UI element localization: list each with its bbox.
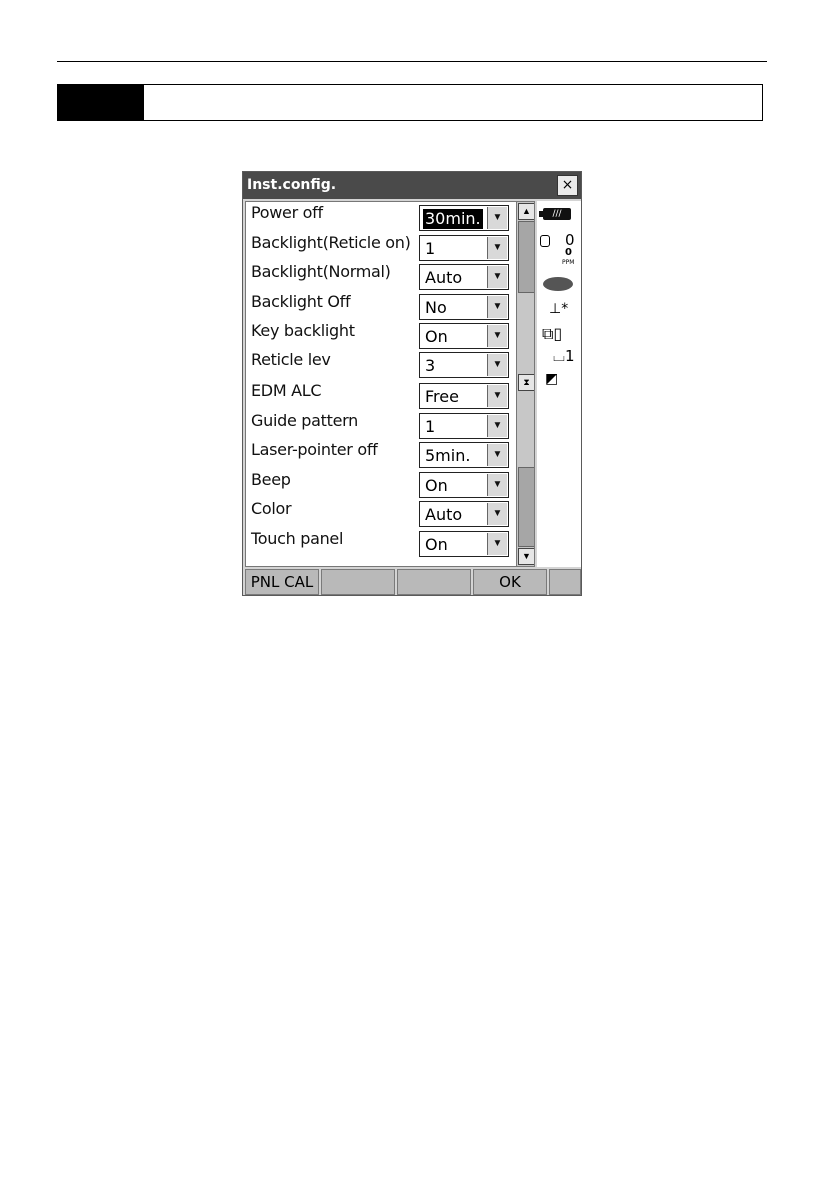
- chevron-down-icon[interactable]: ▼: [487, 325, 507, 347]
- ppm-sub-value: 0: [565, 247, 572, 258]
- setting-value: No: [425, 298, 447, 317]
- setting-label: Backlight Off: [251, 292, 351, 311]
- setting-value: On: [425, 535, 448, 554]
- chevron-down-icon[interactable]: ▼: [487, 207, 507, 229]
- setting-select[interactable]: 3 ▼: [419, 352, 509, 378]
- setting-label: Touch panel: [251, 529, 344, 548]
- scrollbar[interactable]: ▲ ⧗ ▼: [516, 202, 534, 566]
- setting-row: Power off 30min. ▼: [246, 202, 534, 232]
- chevron-down-icon[interactable]: ▼: [487, 385, 507, 407]
- setting-value: Auto: [425, 268, 463, 287]
- setting-row: Backlight(Normal) Auto ▼: [246, 261, 534, 291]
- setting-value: 3: [425, 356, 436, 375]
- softkey-2[interactable]: [321, 569, 395, 595]
- scroll-down-button[interactable]: ▼: [518, 548, 534, 565]
- chevron-down-icon[interactable]: ▼: [487, 444, 507, 466]
- setting-row: Color Auto ▼: [246, 498, 534, 528]
- setting-label: Backlight(Reticle on): [251, 233, 411, 252]
- softkey-bar: PNL CAL OK: [245, 569, 581, 595]
- chevron-down-icon[interactable]: ▼: [487, 354, 507, 376]
- chevron-down-icon[interactable]: ▼: [487, 533, 507, 555]
- setting-value: Free: [425, 387, 459, 406]
- setting-select[interactable]: 1 ▼: [419, 413, 509, 439]
- setting-select[interactable]: No ▼: [419, 294, 509, 320]
- close-button[interactable]: ×: [557, 175, 578, 196]
- tilt-icon[interactable]: ⊥*: [549, 301, 568, 317]
- scroll-page-button[interactable]: ⧗: [518, 374, 534, 391]
- setting-row: Backlight Off No ▼: [246, 291, 534, 321]
- setting-select[interactable]: 5min. ▼: [419, 442, 509, 468]
- setting-select[interactable]: On ▼: [419, 323, 509, 349]
- setting-select[interactable]: Free ▼: [419, 383, 509, 409]
- setting-label: EDM ALC: [251, 381, 322, 400]
- chevron-down-icon[interactable]: ▼: [487, 296, 507, 318]
- device-screen: Inst.config. × Touch panel On ▼ Color Auto ▼ B…: [242, 171, 582, 596]
- top-rule: [57, 61, 767, 62]
- setting-row: Beep On ▼: [246, 469, 534, 499]
- setting-select[interactable]: On ▼: [419, 531, 509, 557]
- setting-label: Guide pattern: [251, 411, 358, 430]
- scroll-thumb-top[interactable]: [518, 221, 534, 293]
- scroll-thumb-bottom[interactable]: [518, 467, 534, 547]
- tilt-meter-icon: [540, 235, 550, 247]
- communication-icon[interactable]: ⧉▯: [542, 324, 562, 344]
- setting-value: 1: [425, 239, 436, 258]
- setting-row: EDM ALC Free ▼: [246, 380, 534, 410]
- setting-label: Color: [251, 499, 292, 518]
- chevron-down-icon[interactable]: ▼: [487, 266, 507, 288]
- softkey-3[interactable]: [397, 569, 471, 595]
- setting-row: Touch panel On ▼: [246, 528, 534, 558]
- section-tag: [58, 85, 144, 120]
- status-bar: /// 0 0 PPM ⊥* ⧉▯ ⌴1 ◩: [537, 201, 581, 567]
- battery-icon: ///: [543, 208, 571, 220]
- setting-value: 30min.: [423, 209, 483, 229]
- softkey-pnl-cal[interactable]: PNL CAL: [245, 569, 319, 595]
- setting-value: On: [425, 476, 448, 495]
- section-header: [57, 84, 763, 121]
- chevron-down-icon[interactable]: ▼: [487, 474, 507, 496]
- setting-label: Laser-pointer off: [251, 440, 378, 459]
- setting-row: Reticle lev 3 ▼: [246, 349, 534, 379]
- setting-value: 5min.: [425, 446, 471, 465]
- setting-label: Backlight(Normal): [251, 262, 391, 281]
- settings-list: Touch panel On ▼ Color Auto ▼ Beep On ▼ Laser-poi…: [245, 201, 535, 567]
- window-titlebar: Inst.config. ×: [243, 172, 581, 199]
- input-mode-icon[interactable]: ◩: [545, 371, 558, 387]
- prism-target-icon[interactable]: [543, 277, 573, 291]
- setting-value: On: [425, 327, 448, 346]
- chevron-down-icon[interactable]: ▼: [487, 415, 507, 437]
- setting-row: Guide pattern 1 ▼: [246, 410, 534, 440]
- scroll-up-button[interactable]: ▲: [518, 203, 534, 220]
- setting-select[interactable]: On ▼: [419, 472, 509, 498]
- setting-value: 1: [425, 417, 436, 436]
- chevron-down-icon[interactable]: ▼: [487, 237, 507, 259]
- setting-row: Backlight(Reticle on) 1 ▼: [246, 232, 534, 262]
- softkey-5[interactable]: [549, 569, 581, 595]
- setting-row: Laser-pointer off 5min. ▼: [246, 439, 534, 469]
- setting-select[interactable]: Auto ▼: [419, 501, 509, 527]
- setting-label: Reticle lev: [251, 350, 331, 369]
- chevron-down-icon[interactable]: ▼: [487, 503, 507, 525]
- window-title: Inst.config.: [247, 177, 337, 193]
- setting-label: Power off: [251, 203, 323, 222]
- setting-select[interactable]: 1 ▼: [419, 235, 509, 261]
- ppm-unit: PPM: [562, 259, 575, 266]
- setting-label: Beep: [251, 470, 291, 489]
- setting-select[interactable]: Auto ▼: [419, 264, 509, 290]
- setting-value: Auto: [425, 505, 463, 524]
- face-indicator-icon[interactable]: ⌴1: [553, 347, 575, 365]
- setting-select[interactable]: 30min. ▼: [419, 205, 509, 231]
- setting-label: Key backlight: [251, 321, 355, 340]
- softkey-ok[interactable]: OK: [473, 569, 547, 595]
- setting-row: Key backlight On ▼: [246, 320, 534, 350]
